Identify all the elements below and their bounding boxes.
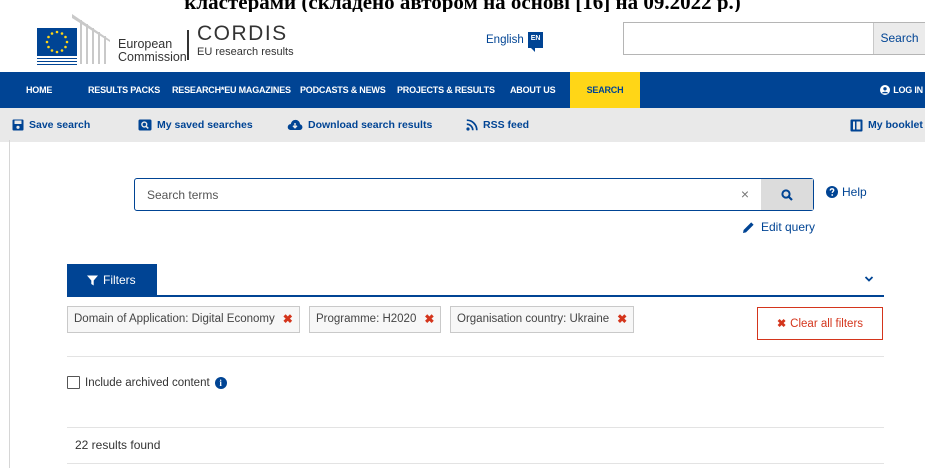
- filter-icon: [87, 275, 98, 285]
- header-search: Search: [623, 22, 925, 55]
- header-search-button[interactable]: Search: [873, 23, 925, 54]
- login-label: LOG IN: [893, 85, 923, 95]
- saved-searches-icon: [138, 119, 152, 131]
- filter-chip-domain[interactable]: Domain of Application: Digital Economy ✖: [67, 306, 300, 333]
- download-results-label: Download search results: [308, 119, 433, 131]
- language-selector[interactable]: English EN: [486, 32, 544, 52]
- nav-research-eu-magazines[interactable]: RESEARCH*EU MAGAZINES: [172, 72, 291, 108]
- filters-underline: [67, 295, 884, 297]
- info-icon[interactable]: i: [214, 376, 227, 389]
- rss-feed-button[interactable]: RSS feed: [466, 108, 529, 142]
- my-saved-searches-label: My saved searches: [157, 119, 253, 131]
- filter-chip-label: Organisation country: Ukraine: [457, 313, 610, 325]
- search-input[interactable]: [147, 179, 707, 210]
- search-toolbar: Save search My saved searches Download s…: [0, 108, 925, 142]
- help-link[interactable]: Help: [826, 185, 867, 199]
- search-icon: [781, 188, 793, 201]
- filter-chip-label: Programme: H2020: [316, 313, 417, 325]
- divider: [67, 427, 884, 428]
- user-icon: [880, 85, 891, 95]
- save-search-button[interactable]: Save search: [12, 108, 90, 142]
- filter-chip-programme[interactable]: Programme: H2020 ✖: [309, 306, 442, 333]
- nav-projects-results[interactable]: PROJECTS & RESULTS: [397, 72, 495, 108]
- save-icon: [12, 119, 24, 131]
- chevron-down-icon: [864, 276, 874, 282]
- clear-all-filters-button[interactable]: ✖ Clear all filters: [757, 307, 883, 340]
- cordis-logo[interactable]: CORDIS EU research results: [197, 23, 294, 59]
- brand-separator: [187, 30, 189, 60]
- ec-wordmark: European Commission: [118, 38, 187, 64]
- include-archived-checkbox[interactable]: [67, 376, 80, 389]
- nav-login[interactable]: LOG IN: [880, 72, 923, 108]
- nav-results-packs[interactable]: RESULTS PACKS: [88, 72, 160, 108]
- left-border: [9, 140, 10, 468]
- main-nav: HOME RESULTS PACKS RESEARCH*EU MAGAZINES…: [0, 72, 925, 108]
- filter-chip-label: Domain of Application: Digital Economy: [74, 313, 275, 325]
- nav-home[interactable]: HOME: [26, 72, 52, 108]
- filter-chip-country[interactable]: Organisation country: Ukraine ✖: [450, 306, 635, 333]
- booklet-icon: [850, 119, 863, 131]
- help-icon: [826, 186, 838, 198]
- include-archived-label: Include archived content: [85, 376, 210, 389]
- my-saved-searches-button[interactable]: My saved searches: [138, 108, 253, 142]
- pencil-icon: [743, 221, 754, 233]
- my-booklet-button[interactable]: My booklet: [850, 108, 923, 142]
- figure-caption: кластерами (складено автором на основі […: [184, 0, 741, 12]
- nav-search[interactable]: SEARCH: [570, 72, 640, 108]
- search-button[interactable]: [761, 179, 813, 210]
- rss-icon: [466, 119, 478, 131]
- edit-query-label: Edit query: [761, 220, 816, 234]
- search-box: ×: [134, 178, 814, 211]
- close-icon[interactable]: ✖: [617, 307, 627, 332]
- my-booklet-label: My booklet: [868, 119, 923, 131]
- close-icon: ✖: [776, 318, 787, 330]
- tab-filters[interactable]: Filters: [67, 264, 157, 296]
- download-results-button[interactable]: Download search results: [287, 108, 432, 142]
- help-label: Help: [842, 185, 867, 199]
- cordis-subtitle: EU research results: [197, 46, 294, 58]
- site-header: European Commission CORDIS EU research r…: [0, 12, 925, 72]
- nav-about-us[interactable]: ABOUT US: [510, 72, 556, 108]
- save-search-label: Save search: [29, 119, 91, 131]
- filters-tab-label: Filters: [103, 273, 136, 287]
- clear-all-filters-label: Clear all filters: [790, 317, 864, 330]
- include-archived-option[interactable]: Include archived content i: [67, 376, 227, 389]
- ec-line2: Commission: [118, 50, 187, 64]
- language-code-badge: EN: [527, 32, 544, 52]
- close-icon[interactable]: ×: [735, 179, 755, 210]
- filters-toggle[interactable]: [864, 270, 874, 288]
- rss-feed-label: RSS feed: [483, 119, 530, 131]
- ec-logo[interactable]: [10, 14, 110, 68]
- edit-query-link[interactable]: Edit query: [742, 220, 815, 234]
- close-icon[interactable]: ✖: [283, 307, 293, 332]
- divider: [67, 463, 884, 464]
- cordis-name: CORDIS: [197, 22, 288, 45]
- language-label: English: [486, 34, 524, 46]
- cloud-download-icon: [287, 119, 303, 130]
- header-search-input[interactable]: [630, 23, 870, 54]
- nav-podcasts-news[interactable]: PODCASTS & NEWS: [300, 72, 386, 108]
- results-count: 22 results found: [75, 438, 161, 452]
- divider: [67, 356, 884, 357]
- close-icon[interactable]: ✖: [424, 307, 434, 332]
- eu-flag-icon: [37, 14, 110, 65]
